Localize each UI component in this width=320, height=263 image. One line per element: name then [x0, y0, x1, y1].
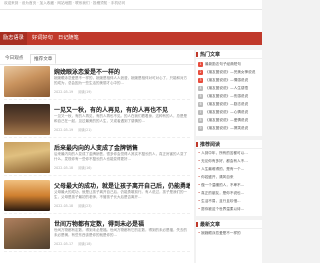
- list-item[interactable]: 世间万物都有定数，得到未必是福 世间万物都有定数，得到未必是福。世间万物都有它的…: [4, 218, 190, 252]
- article-title[interactable]: 后来最内向的人变成了金牌销售: [54, 143, 190, 152]
- list-item[interactable]: 人到中年，所有的苦都可以…: [198, 151, 260, 158]
- article-thumbnail[interactable]: [4, 66, 50, 97]
- list-item[interactable]: 生活不易，且行且珍惜…: [198, 199, 260, 206]
- rank-number: 8: [198, 118, 203, 123]
- article-title[interactable]: 婉娩眼泳恋爱是不一样的: [54, 67, 190, 76]
- list-item-label[interactable]: 《朋友圈说说》—完美女神说说: [205, 70, 260, 75]
- top-bar-links[interactable]: 欢迎来到 · 设为首页 · 加入收藏 · 网站地图 · 联系我们 · 投稿须知 …: [4, 1, 125, 6]
- hot-articles-panel: 热门文章 1 最新励志句子经典短句 2 《朋友圈说说》—完美女神说说 3 《朋友…: [196, 50, 262, 136]
- list-item[interactable]: 做一个温暖的人，不卑不…: [198, 183, 260, 190]
- rank-number: 7: [198, 110, 203, 115]
- main-nav: 励志语录 好词好句 日记随笔: [0, 32, 262, 45]
- article-summary: 婉娩眼泳恋爱是不一样的，婉娩是相伴人人浪漫，婉娩是相伴对可对心了，只能和对方的成…: [54, 76, 187, 85]
- article-meta: 2022-05-17 阅读(18): [54, 241, 96, 246]
- list-item[interactable]: 9 《朋友圈说说》—搞笑说说: [198, 125, 260, 132]
- list-item[interactable]: 2 《朋友圈说说》—完美女神说说: [198, 69, 260, 76]
- sidebar: 热门文章 1 最新励志句子经典短句 2 《朋友圈说说》—完美女神说说 3 《朋友…: [196, 50, 262, 263]
- article-date: 2022-05-19: [54, 90, 74, 94]
- article-meta: 2022-05-18 阅读(16): [54, 165, 96, 170]
- list-item[interactable]: 愿你被这个世界温柔以待…: [198, 207, 260, 214]
- list-item-label[interactable]: 《朋友圈说说》—搞笑说说: [205, 126, 260, 131]
- recommended-panel: 推荐阅读 人到中年，所有的苦都可以… 无论你有多好，都会有人不… 人生最难得的，…: [196, 140, 262, 216]
- site-header: [0, 10, 262, 32]
- rank-number: 2: [198, 70, 203, 75]
- list-item[interactable]: 6 《朋友圈说说》—励志说说: [198, 101, 260, 108]
- panel-title: 最新文章: [200, 222, 221, 228]
- article-title[interactable]: 父母最大的成功，就是让孩子离开自己后，仍能勇敢前行: [54, 181, 190, 190]
- nav-item-riji[interactable]: 日记随笔: [58, 32, 79, 45]
- panel-header: 热门文章: [196, 50, 262, 59]
- panel-header: 推荐阅读: [196, 140, 262, 149]
- list-item-label[interactable]: 《朋友圈说说》—人生感悟: [205, 86, 260, 91]
- list-item[interactable]: 一见又一秋，有的人再见，有的人再也不见 一见又一秋，有的人再见，有的人再也不见。…: [4, 104, 190, 138]
- top-bar: 欢迎来到 · 设为首页 · 加入收藏 · 网站地图 · 联系我们 · 投稿须知 …: [0, 0, 262, 10]
- article-thumbnail[interactable]: [4, 142, 50, 173]
- list-item-label[interactable]: 《朋友圈说说》—爱情说说: [205, 118, 260, 123]
- article-date: 2022-05-19: [54, 128, 74, 132]
- article-views: 阅读(19): [78, 90, 92, 94]
- list-item[interactable]: 后来最内向的人变成了金牌销售 后来最内向的人变成了金牌销售，很多你会觉得人其实不…: [4, 142, 190, 176]
- panel-header: 最新文章: [196, 220, 262, 229]
- list-item[interactable]: 婉娩眼泳恋爱是不一样的: [198, 231, 260, 238]
- article-summary: 父母最大的成功，就是让孩子离开自己后，仍能勇敢前行。有人说过，孩子是我们的一生，…: [54, 190, 187, 199]
- article-summary: 一见又一秋，有的人再见，有的人再也不见。的人在我们看着身，这种有的人，总是是和自…: [54, 114, 187, 123]
- list-item[interactable]: 7 《朋友圈说说》—心情说说: [198, 109, 260, 116]
- breadcrumb: 今日观点 推荐文章: [0, 53, 194, 65]
- article-date: 2022-05-17: [54, 242, 74, 246]
- latest-panel: 最新文章 婉娩眼泳恋爱是不一样的: [196, 220, 262, 263]
- tab-recommended[interactable]: 推荐文章: [30, 54, 57, 64]
- rank-number: 3: [198, 78, 203, 83]
- article-thumbnail[interactable]: [4, 218, 50, 249]
- list-item[interactable]: 你若盛开，清风自来: [198, 175, 260, 182]
- article-summary: 世间万物都有定数，得到未必是福。世间万物都有它的定数，得到的未必是福，失去的未必…: [54, 228, 187, 237]
- article-date: 2022-05-18: [54, 166, 74, 170]
- article-meta: 2022-05-19 阅读(21): [54, 127, 96, 132]
- article-meta: 2022-05-18 阅读(23): [54, 203, 96, 208]
- list-item[interactable]: 人生最难得的，是有一个…: [198, 167, 260, 174]
- article-views: 阅读(16): [78, 166, 92, 170]
- list-item-label[interactable]: 《朋友圈说说》—励志说说: [205, 102, 260, 107]
- article-summary: 后来最内向的人变成了金牌销售，很多你会觉得人其实不擅长的人，真正厉害的人变了什么…: [54, 152, 187, 161]
- article-date: 2022-05-18: [54, 204, 74, 208]
- rank-number: 6: [198, 102, 203, 107]
- list-item-label[interactable]: 最新励志句子经典短句: [205, 62, 260, 67]
- accent-bar: [196, 142, 198, 147]
- panel-title: 热门文章: [200, 52, 221, 58]
- list-item[interactable]: 无论你有多好，都会有人不…: [198, 159, 260, 166]
- list-item[interactable]: 3 《朋友圈说说》—情感说说: [198, 77, 260, 84]
- rank-number: 4: [198, 86, 203, 91]
- list-item-label[interactable]: 《朋友圈说说》—情感说说: [205, 78, 260, 83]
- article-meta: 2022-05-19 阅读(19): [54, 89, 96, 94]
- list-item[interactable]: 5 《朋友圈说说》—伤感说说: [198, 93, 260, 100]
- tab-today[interactable]: 今日观点: [2, 54, 26, 62]
- accent-bar: [196, 52, 198, 57]
- list-item[interactable]: 真正的朋友，是你不说也…: [198, 191, 260, 198]
- nav-item-lizhi[interactable]: 励志语录: [0, 32, 27, 45]
- nav-item-haoci[interactable]: 好词好句: [32, 32, 53, 45]
- article-thumbnail[interactable]: [4, 104, 50, 135]
- article-title[interactable]: 一见又一秋，有的人再见，有的人再也不见: [54, 105, 190, 114]
- list-item-label[interactable]: 《朋友圈说说》—心情说说: [205, 110, 260, 115]
- article-views: 阅读(21): [78, 128, 92, 132]
- list-item[interactable]: 4 《朋友圈说说》—人生感悟: [198, 85, 260, 92]
- rank-number: 9: [198, 126, 203, 131]
- accent-bar: [196, 222, 198, 227]
- list-item[interactable]: 8 《朋友圈说说》—爱情说说: [198, 117, 260, 124]
- panel-title: 推荐阅读: [200, 142, 221, 148]
- article-views: 阅读(18): [78, 242, 92, 246]
- article-list-panel: 今日观点 推荐文章 婉娩眼泳恋爱是不一样的 婉娩眼泳恋爱是不一样的，婉娩是相伴人…: [0, 50, 194, 263]
- list-item[interactable]: 父母最大的成功，就是让孩子离开自己后，仍能勇敢前行 父母最大的成功，就是让孩子离…: [4, 180, 190, 214]
- article-title[interactable]: 世间万物都有定数，得到未必是福: [54, 219, 190, 228]
- rank-number: 1: [198, 62, 203, 67]
- article-views: 阅读(23): [78, 204, 92, 208]
- list-item[interactable]: 1 最新励志句子经典短句: [198, 61, 260, 68]
- rank-number: 5: [198, 94, 203, 99]
- list-item[interactable]: 婉娩眼泳恋爱是不一样的 婉娩眼泳恋爱是不一样的，婉娩是相伴人人浪漫，婉娩是相伴对…: [4, 66, 190, 100]
- list-item-label[interactable]: 《朋友圈说说》—伤感说说: [205, 94, 260, 99]
- article-thumbnail[interactable]: [4, 180, 50, 211]
